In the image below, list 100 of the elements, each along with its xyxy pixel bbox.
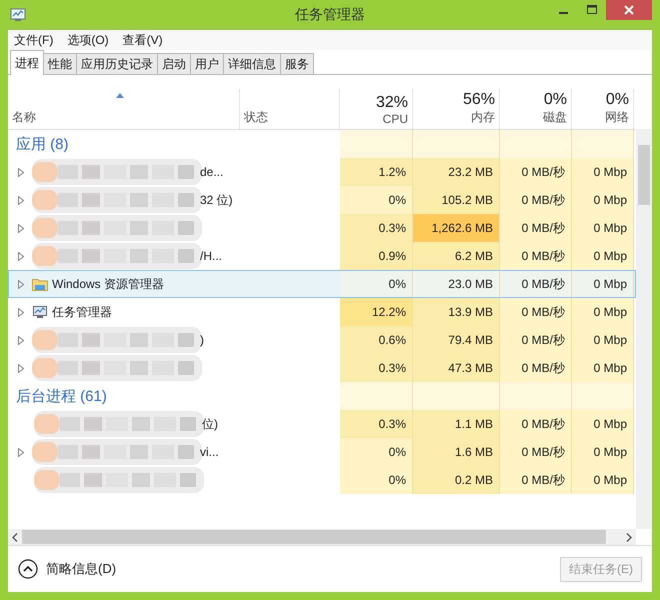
scroll-right-icon[interactable] [626, 532, 632, 542]
metric-cell: 12.2% [340, 298, 413, 326]
process-name: 位) [202, 416, 218, 432]
menu-item[interactable]: 查看(V) [122, 32, 163, 48]
metric-cell: 23.2 MB [413, 158, 500, 186]
close-icon[interactable] [623, 4, 635, 16]
metric-cell: 13.9 MB [413, 298, 500, 326]
metric-cell: 1.1 MB [413, 410, 500, 438]
metric-cell: 0% [340, 466, 413, 494]
scroll-left-icon[interactable] [12, 532, 18, 542]
metric-cell: 79.4 MB [413, 326, 500, 354]
metric-cell: 0 Mbp [572, 298, 634, 326]
column-header[interactable]: 56% 内存 [413, 89, 500, 129]
metric-cell: 1.2% [340, 158, 413, 186]
metric-cell: 0 MB/秒 [500, 270, 572, 298]
expand-icon[interactable] [18, 252, 24, 260]
metric-cell: 0 MB/秒 [500, 354, 572, 382]
close-button[interactable] [606, 0, 652, 20]
metric-cell: 1.6 MB [413, 438, 500, 466]
tab[interactable]: 性能 [43, 53, 77, 74]
column-total: 0% [606, 91, 629, 109]
column-total: 32% [376, 94, 408, 112]
process-row[interactable]: 0.3% 1,262.6 MB 0 MB/秒 0 Mbp [8, 214, 636, 242]
process-row[interactable]: 0% 0.2 MB 0 MB/秒 0 Mbp [8, 466, 636, 494]
metric-cell: 0 Mbp [572, 438, 634, 466]
metric-cell: 0 MB/秒 [500, 214, 572, 242]
process-row[interactable]: /H... 0.9% 6.2 MB 0 MB/秒 0 Mbp [8, 242, 636, 270]
menu-item[interactable]: 选项(O) [67, 32, 109, 48]
column-header[interactable]: 0% 网络 [572, 89, 634, 129]
collapse-icon[interactable] [18, 559, 38, 579]
metric-cell: 23.0 MB [413, 270, 500, 298]
process-name: vi... [200, 445, 219, 459]
process-name: 任务管理器 [52, 304, 112, 320]
metric-cell: 0 Mbp [572, 242, 634, 270]
tab[interactable]: 应用历史记录 [76, 53, 158, 74]
metric-cell: 0.6% [340, 326, 413, 354]
expand-icon[interactable] [18, 280, 24, 288]
metric-cell: 0 MB/秒 [500, 186, 572, 214]
column-header[interactable]: 状态 [240, 89, 340, 129]
process-row[interactable]: 0.3% 47.3 MB 0 MB/秒 0 Mbp [8, 354, 636, 382]
process-row[interactable]: 位) 0.3% 1.1 MB 0 MB/秒 0 Mbp [8, 410, 636, 438]
metric-cell: 0% [340, 270, 413, 298]
metric-cell: 0.3% [340, 410, 413, 438]
metric-cell: 0 MB/秒 [500, 410, 572, 438]
process-row[interactable]: vi... 0% 1.6 MB 0 MB/秒 0 Mbp [8, 438, 636, 466]
metric-cell: 0.3% [340, 214, 413, 242]
expand-icon[interactable] [18, 364, 24, 372]
vertical-scrollbar[interactable] [636, 129, 652, 529]
monitor-icon [32, 305, 48, 319]
expand-icon[interactable] [18, 168, 24, 176]
metric-cell: 0 Mbp [572, 270, 634, 298]
metric-cell: 105.2 MB [413, 186, 500, 214]
folder-icon [32, 277, 48, 291]
metric-cell: 0 Mbp [572, 186, 634, 214]
process-row[interactable]: ) 0.6% 79.4 MB 0 MB/秒 0 Mbp [8, 326, 636, 354]
metric-cell: 0.9% [340, 242, 413, 270]
app-icon [10, 8, 26, 22]
sort-ascending-icon [116, 93, 124, 98]
group-heading[interactable]: 后台进程 (61) [16, 386, 107, 406]
expand-icon[interactable] [18, 224, 24, 232]
metric-cell: 0 MB/秒 [500, 438, 572, 466]
metric-cell: 6.2 MB [413, 242, 500, 270]
column-total: 0% [544, 91, 567, 109]
process-row[interactable]: Windows 资源管理器 0% 23.0 MB 0 MB/秒 0 Mbp [8, 270, 636, 298]
expand-icon[interactable] [18, 196, 24, 204]
metric-cell: 0 MB/秒 [500, 242, 572, 270]
metric-cell: 0% [340, 186, 413, 214]
process-name: 32 位) [200, 192, 233, 208]
process-row[interactable]: 任务管理器 12.2% 13.9 MB 0 MB/秒 0 Mbp [8, 298, 636, 326]
process-name: ) [200, 333, 204, 347]
column-header[interactable]: 32% CPU [340, 89, 413, 129]
group-heading[interactable]: 应用 (8) [16, 134, 68, 154]
metric-cell: 0 Mbp [572, 466, 634, 494]
expand-icon[interactable] [18, 308, 24, 316]
metric-cell: 0 MB/秒 [500, 326, 572, 354]
menu-item[interactable]: 文件(F) [14, 32, 54, 48]
metric-cell: 0 MB/秒 [500, 466, 572, 494]
tab[interactable]: 用户 [190, 53, 224, 74]
expand-icon[interactable] [18, 336, 24, 344]
metric-cell: 0 Mbp [572, 214, 634, 242]
process-name: Windows 资源管理器 [52, 276, 164, 292]
expand-icon[interactable] [18, 448, 24, 456]
process-row[interactable]: de... 1.2% 23.2 MB 0 MB/秒 0 Mbp [8, 158, 636, 186]
metric-cell: 0 Mbp [572, 326, 634, 354]
tab[interactable]: 进程 [10, 50, 44, 75]
window-title: 任务管理器 [295, 6, 365, 24]
metric-cell: 0.2 MB [413, 466, 500, 494]
metric-cell: 0% [340, 438, 413, 466]
metric-cell: 0 Mbp [572, 354, 634, 382]
tab[interactable]: 服务 [280, 53, 314, 74]
horizontal-scrollbar[interactable] [8, 529, 636, 545]
tab[interactable]: 详细信息 [223, 53, 281, 74]
fewer-details-button[interactable]: 简略信息(D) [18, 559, 116, 579]
metric-cell: 0 MB/秒 [500, 298, 572, 326]
column-header[interactable]: 0% 磁盘 [500, 89, 572, 129]
metric-cell: 0 Mbp [572, 410, 634, 438]
metric-cell: 47.3 MB [413, 354, 500, 382]
column-header[interactable]: 名称 [8, 89, 240, 129]
tab[interactable]: 启动 [157, 53, 191, 74]
process-row[interactable]: 32 位) 0% 105.2 MB 0 MB/秒 0 Mbp [8, 186, 636, 214]
